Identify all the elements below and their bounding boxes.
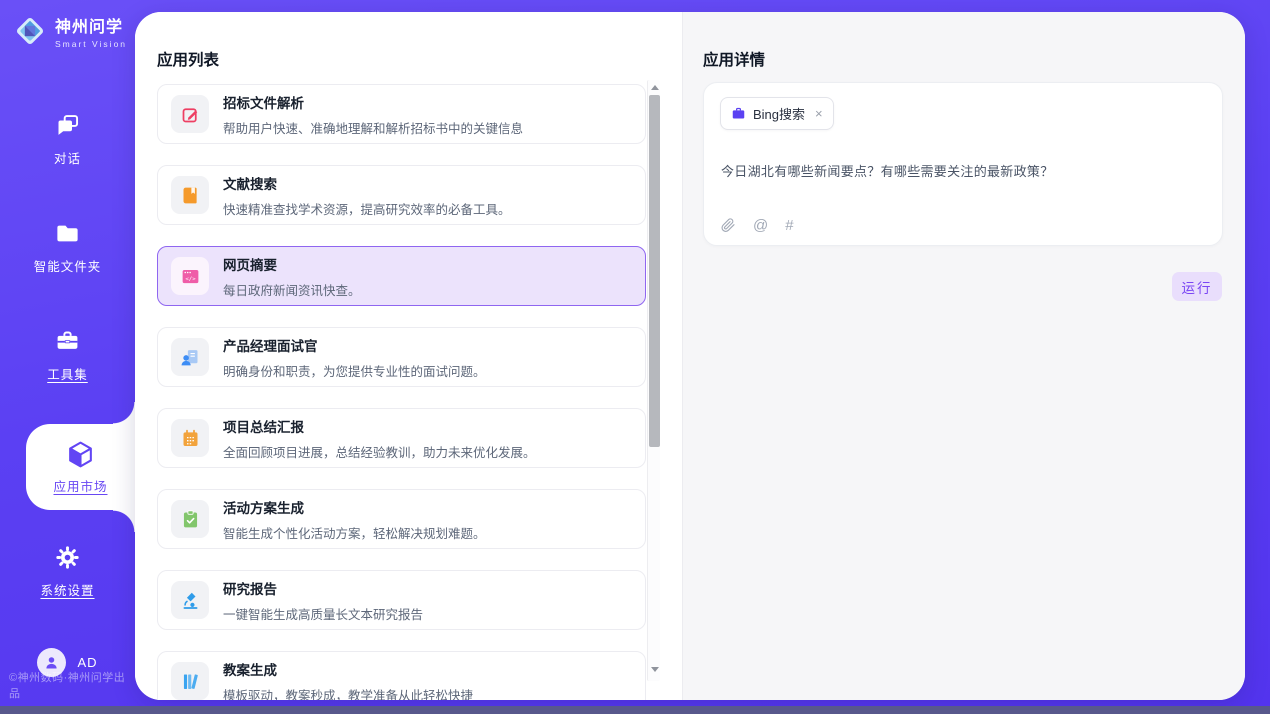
brand-subtitle: Smart Vision — [55, 39, 127, 49]
toolbox-icon — [54, 326, 81, 356]
books-icon — [180, 671, 201, 692]
app-desc: 一键智能生成高质量长文本研究报告 — [223, 604, 423, 623]
calendar-note-icon — [180, 428, 201, 449]
app-details-panel: 应用详情 Bing搜索 × 今日湖北有哪些新闻要点？有哪些需要关注的最新政策？ … — [682, 12, 1245, 700]
app-title: 项目总结汇报 — [223, 416, 536, 436]
sidebar: 神州问学 Smart Vision 对话 智能文件夹 — [0, 0, 135, 714]
query-text: 今日湖北有哪些新闻要点？有哪些需要关注的最新政策？ — [721, 161, 1205, 180]
browser-code-icon: </> — [180, 266, 201, 287]
app-title: 网页摘要 — [223, 254, 361, 274]
copyright-text: ©神州数码·神州问学出品 — [9, 669, 135, 701]
app-icon-box — [171, 176, 209, 214]
app-desc: 明确身份和职责，为您提供专业性的面试问题。 — [223, 361, 486, 380]
hash-icon[interactable]: # — [785, 218, 793, 233]
sidebar-item-chat[interactable]: 对话 — [0, 100, 135, 208]
microscope-icon — [180, 590, 201, 611]
diamond-logo-icon — [13, 14, 47, 48]
tool-tag-label: Bing搜索 — [753, 104, 805, 123]
briefcase-icon — [731, 106, 746, 121]
list-item[interactable]: 教案生成 模板驱动，教案秒成，教学准备从此轻松快捷 — [157, 651, 646, 700]
app-title: 活动方案生成 — [223, 497, 486, 517]
app-title: 产品经理面试官 — [223, 335, 486, 355]
app-icon-box — [171, 662, 209, 700]
sidebar-item-label: 对话 — [54, 148, 81, 167]
sidebar-nav: 对话 智能文件夹 工具集 — [0, 100, 135, 640]
at-icon[interactable]: @ — [753, 218, 768, 233]
cube-icon — [65, 440, 96, 470]
prompt-input-card[interactable]: Bing搜索 × 今日湖北有哪些新闻要点？有哪些需要关注的最新政策？ @ # — [703, 82, 1223, 246]
sidebar-item-label: 智能文件夹 — [34, 256, 102, 275]
app-title: 招标文件解析 — [223, 92, 523, 112]
brand-name: 神州问学 — [55, 13, 127, 37]
gear-icon — [54, 542, 81, 572]
folder-icon — [54, 218, 81, 248]
app-icon-box: </> — [171, 257, 209, 295]
scrollbar-thumb[interactable] — [649, 95, 660, 447]
scrollbar[interactable] — [647, 80, 660, 681]
app-list-panel: 应用列表 招标文件解析 帮助用户快速、准确地理解和解析招标书中的关键信息 文献搜… — [135, 12, 682, 700]
chat-icon — [54, 110, 81, 140]
interview-icon — [180, 347, 201, 368]
svg-text:</>: </> — [185, 276, 196, 282]
app-icon-box — [171, 581, 209, 619]
brand-logo: 神州问学 Smart Vision — [13, 13, 127, 49]
main-content: 应用列表 招标文件解析 帮助用户快速、准确地理解和解析招标书中的关键信息 文献搜… — [135, 12, 1245, 700]
app-desc: 帮助用户快速、准确地理解和解析招标书中的关键信息 — [223, 118, 523, 137]
app-icon-box — [171, 419, 209, 457]
scroll-up-icon[interactable] — [648, 81, 661, 93]
sidebar-item-label: 工具集 — [47, 364, 88, 383]
paperclip-icon[interactable] — [720, 217, 736, 233]
app-desc: 模板驱动，教案秒成，教学准备从此轻松快捷 — [223, 685, 473, 701]
clipboard-check-icon — [180, 509, 201, 530]
sidebar-item-label: 系统设置 — [40, 580, 94, 599]
list-item[interactable]: </> 网页摘要 每日政府新闻资讯快查。 — [157, 246, 646, 306]
book-icon — [180, 185, 201, 206]
app-title: 研究报告 — [223, 578, 423, 598]
sidebar-item-smart-folder[interactable]: 智能文件夹 — [0, 208, 135, 316]
app-list-title: 应用列表 — [157, 48, 219, 70]
scroll-down-icon[interactable] — [648, 663, 661, 675]
app-icon-box — [171, 338, 209, 376]
active-item-bubble: 应用市场 — [26, 424, 135, 510]
bottom-bar — [0, 706, 1270, 714]
app-title: 教案生成 — [223, 659, 473, 679]
tool-tag-bing-search[interactable]: Bing搜索 × — [720, 97, 834, 130]
list-item[interactable]: 招标文件解析 帮助用户快速、准确地理解和解析招标书中的关键信息 — [157, 84, 646, 144]
doc-edit-icon — [180, 104, 201, 125]
app-desc: 每日政府新闻资讯快查。 — [223, 280, 361, 299]
sidebar-item-settings[interactable]: 系统设置 — [0, 532, 135, 640]
app-desc: 智能生成个性化活动方案，轻松解决规划难题。 — [223, 523, 486, 542]
sidebar-item-app-market[interactable]: 应用市场 — [0, 424, 135, 532]
user-initials: AD — [77, 655, 97, 670]
app-desc: 全面回顾项目进展，总结经验教训，助力未来优化发展。 — [223, 442, 536, 461]
list-item[interactable]: 研究报告 一键智能生成高质量长文本研究报告 — [157, 570, 646, 630]
run-button[interactable]: 运行 — [1172, 272, 1222, 301]
app-list: 招标文件解析 帮助用户快速、准确地理解和解析招标书中的关键信息 文献搜索 快速精… — [157, 84, 646, 700]
app-details-title: 应用详情 — [703, 48, 765, 70]
app-desc: 快速精准查找学术资源，提高研究效率的必备工具。 — [223, 199, 511, 218]
app-icon-box — [171, 95, 209, 133]
sidebar-item-label: 应用市场 — [53, 476, 107, 495]
input-toolbar: @ # — [720, 217, 794, 233]
list-item[interactable]: 活动方案生成 智能生成个性化活动方案，轻松解决规划难题。 — [157, 489, 646, 549]
list-item[interactable]: 文献搜索 快速精准查找学术资源，提高研究效率的必备工具。 — [157, 165, 646, 225]
list-item[interactable]: 产品经理面试官 明确身份和职责，为您提供专业性的面试问题。 — [157, 327, 646, 387]
list-item[interactable]: 项目总结汇报 全面回顾项目进展，总结经验教训，助力未来优化发展。 — [157, 408, 646, 468]
app-title: 文献搜索 — [223, 173, 511, 193]
app-icon-box — [171, 500, 209, 538]
close-icon[interactable]: × — [815, 107, 823, 120]
